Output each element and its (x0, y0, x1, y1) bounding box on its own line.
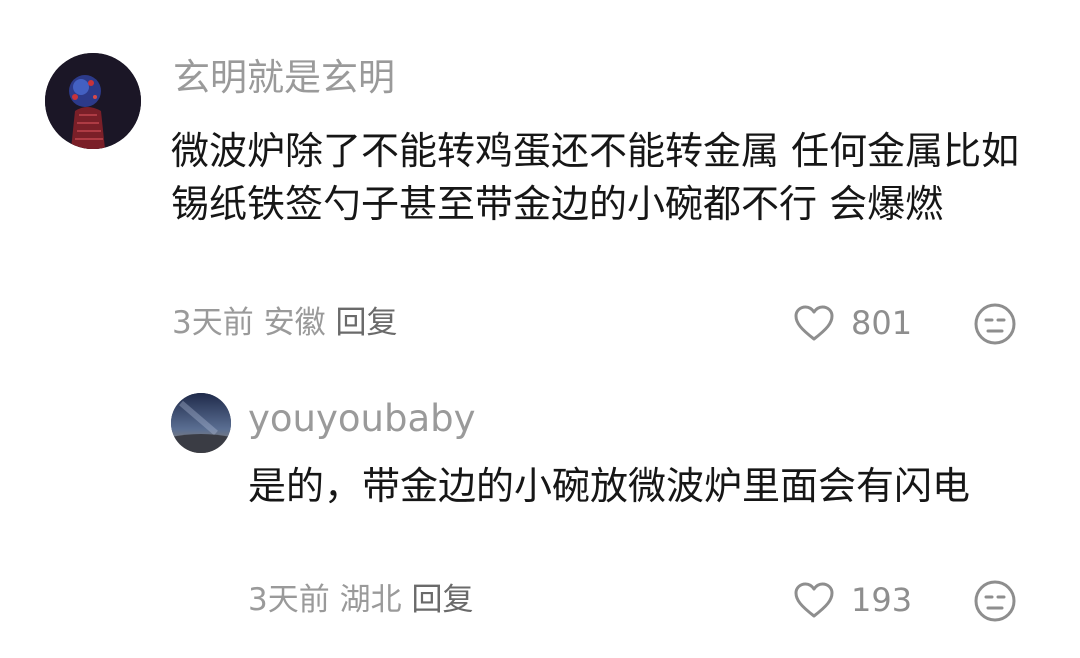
comment-meta: 3天前 安徽 回复 (172, 301, 397, 345)
like-count: 193 (851, 581, 913, 619)
comment-location: 安徽 (263, 305, 326, 341)
heart-outline-icon (794, 305, 834, 341)
avatar[interactable] (45, 53, 141, 149)
reaction-button[interactable] (973, 579, 1017, 623)
comment-location: 湖北 (339, 582, 402, 618)
comment-time: 3天前 (172, 305, 254, 341)
neutral-face-icon (974, 303, 1016, 345)
reaction-button[interactable] (973, 302, 1017, 346)
neutral-face-icon (974, 580, 1016, 622)
heart-outline-icon (794, 582, 834, 618)
comment-meta: 3天前 湖北 回复 (248, 578, 473, 622)
avatar[interactable] (171, 393, 231, 453)
comment-text: 微波炉除了不能转鸡蛋还不能转金属 任何金属比如锡纸铁签勺子甚至带金边的小碗都不行… (171, 129, 1020, 226)
username[interactable]: 玄明就是玄明 (173, 52, 395, 104)
reply-button[interactable]: 回复 (411, 582, 473, 618)
like-button[interactable]: 801 (793, 298, 912, 348)
like-button[interactable]: 193 (793, 575, 912, 625)
comment-text: 是的，带金边的小碗放微波炉里面会有闪电 (248, 464, 971, 508)
username[interactable]: youyoubaby (248, 393, 476, 445)
like-count: 801 (851, 304, 913, 342)
reply-button[interactable]: 回复 (335, 305, 397, 341)
comment-time: 3天前 (248, 582, 330, 618)
